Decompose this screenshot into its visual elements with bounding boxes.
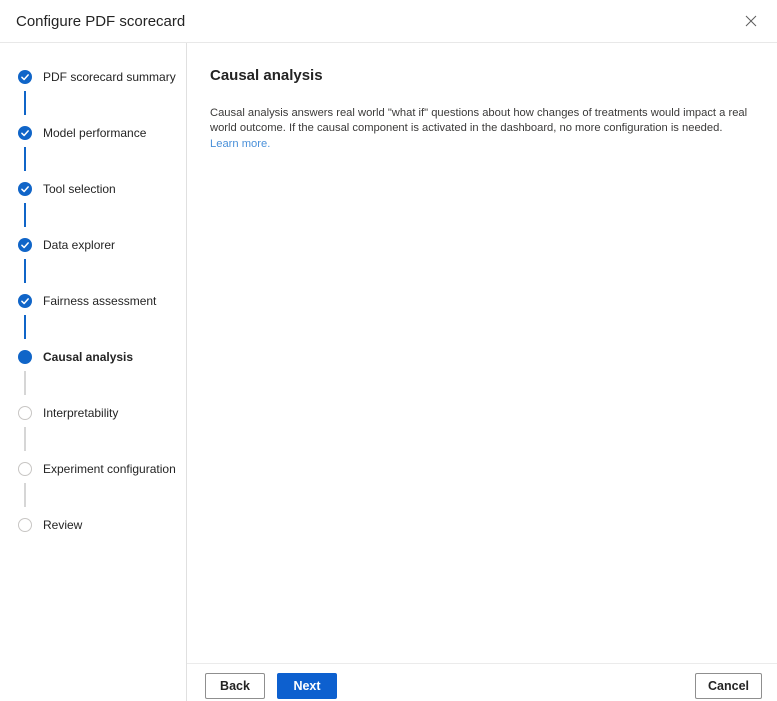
step-label: Fairness assessment <box>43 294 157 308</box>
step-completed-check-icon <box>18 238 32 252</box>
step-label: Model performance <box>43 126 147 140</box>
step-connector <box>24 315 26 339</box>
dialog-body: PDF scorecard summary Model performance To… <box>0 43 777 701</box>
description-text: Causal analysis answers real world "what… <box>210 107 748 135</box>
step-label: Experiment configuration <box>43 462 176 476</box>
step-experiment-configuration: Experiment configuration <box>18 462 186 507</box>
step-item[interactable]: Causal analysis <box>18 350 186 364</box>
learn-more-link[interactable]: Learn more. <box>210 138 270 150</box>
close-icon <box>745 15 757 27</box>
step-label: Tool selection <box>43 182 116 196</box>
step-item[interactable]: Interpretability <box>18 406 186 420</box>
step-connector <box>24 91 26 115</box>
step-item[interactable]: Experiment configuration <box>18 462 186 476</box>
step-label: Data explorer <box>43 238 116 252</box>
step-current-dot-icon <box>18 350 32 364</box>
close-button[interactable] <box>741 11 761 31</box>
step-label: Review <box>43 518 83 532</box>
step-completed-check-icon <box>18 70 32 84</box>
step-fairness-assessment: Fairness assessment <box>18 294 186 339</box>
step-item[interactable]: Model performance <box>18 126 186 140</box>
step-item[interactable]: Tool selection <box>18 182 186 196</box>
back-button[interactable]: Back <box>205 672 265 699</box>
step-completed-check-icon <box>18 294 32 308</box>
step-model-performance: Model performance <box>18 126 186 171</box>
step-connector <box>24 483 26 507</box>
step-connector <box>24 371 26 395</box>
step-connector <box>24 427 26 451</box>
step-item[interactable]: PDF scorecard summary <box>18 70 186 84</box>
step-pdf-scorecard-summary: PDF scorecard summary <box>18 70 186 115</box>
step-label: PDF scorecard summary <box>43 70 176 84</box>
check-icon <box>21 186 29 193</box>
check-icon <box>21 130 29 137</box>
dialog-header: Configure PDF scorecard <box>0 0 777 43</box>
step-connector <box>24 147 26 171</box>
step-label: Interpretability <box>43 406 119 420</box>
step-causal-analysis: Causal analysis <box>18 350 186 395</box>
step-upcoming-circle-icon <box>18 462 32 476</box>
step-upcoming-circle-icon <box>18 406 32 420</box>
step-connector <box>24 203 26 227</box>
step-label: Causal analysis <box>43 350 134 364</box>
step-completed-check-icon <box>18 182 32 196</box>
content-panel: Causal analysis Causal analysis answers … <box>187 43 777 701</box>
step-interpretability: Interpretability <box>18 406 186 451</box>
check-icon <box>21 298 29 305</box>
configure-pdf-scorecard-dialog: Configure PDF scorecard PDF scorecard su… <box>0 0 777 701</box>
dialog-footer: Back Next Cancel <box>187 663 777 701</box>
step-item[interactable]: Review <box>18 518 186 532</box>
step-review: Review <box>18 518 186 532</box>
step-item[interactable]: Data explorer <box>18 238 186 252</box>
step-data-explorer: Data explorer <box>18 238 186 283</box>
step-item[interactable]: Fairness assessment <box>18 294 186 308</box>
check-icon <box>21 74 29 81</box>
dialog-title: Configure PDF scorecard <box>16 12 186 30</box>
step-connector <box>24 259 26 283</box>
cancel-button[interactable]: Cancel <box>695 672 762 699</box>
step-upcoming-circle-icon <box>18 518 32 532</box>
check-icon <box>21 242 29 249</box>
page-title: Causal analysis <box>210 67 323 84</box>
wizard-stepper: PDF scorecard summary Model performance To… <box>0 43 187 701</box>
next-button[interactable]: Next <box>277 672 337 699</box>
step-completed-check-icon <box>18 126 32 140</box>
description-paragraph: Causal analysis answers real world "what… <box>210 106 749 152</box>
step-tool-selection: Tool selection <box>18 182 186 227</box>
step-content: Causal analysis Causal analysis answers … <box>187 43 777 663</box>
